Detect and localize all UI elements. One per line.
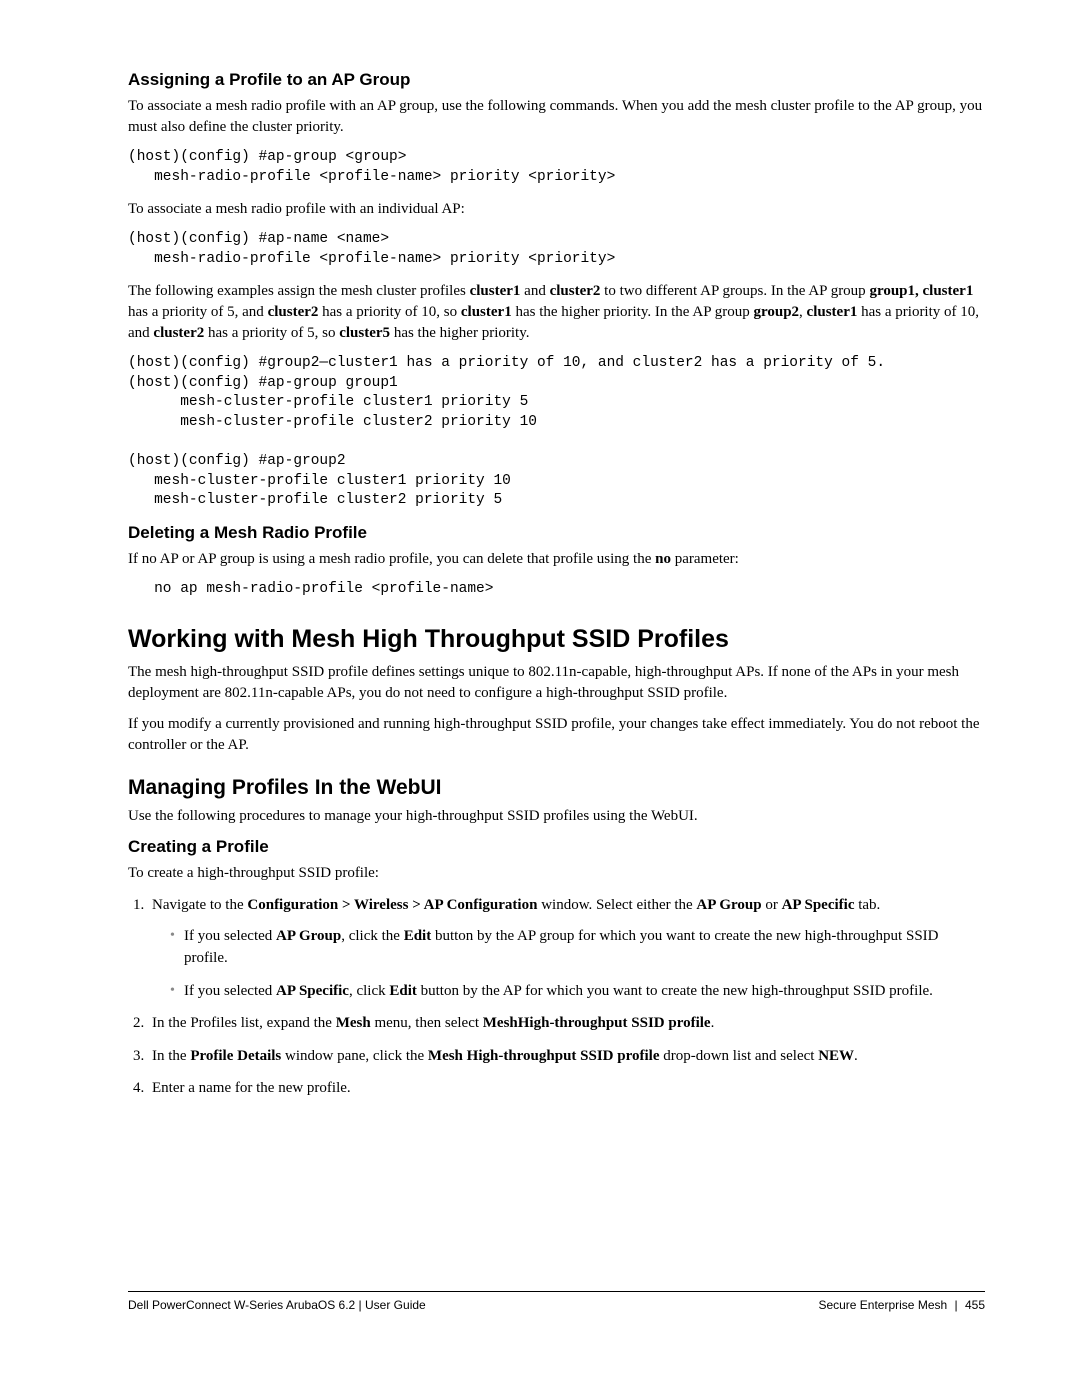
list-item: If you selected AP Specific, click Edit … [170,980,985,1003]
list-item: Navigate to the Configuration > Wireless… [148,894,985,1002]
code-block: (host)(config) #group2—cluster1 has a pr… [128,354,985,511]
paragraph: The mesh high-throughput SSID profile de… [128,662,985,704]
list-item: If you selected AP Group, click the Edit… [170,925,985,970]
page-footer: Dell PowerConnect W-Series ArubaOS 6.2 |… [128,1291,985,1312]
list-item: In the Profiles list, expand the Mesh me… [148,1012,985,1035]
code-block: (host)(config) #ap-group <group> mesh-ra… [128,148,985,187]
paragraph: To associate a mesh radio profile with a… [128,96,985,138]
footer-right: Secure Enterprise Mesh | 455 [818,1298,985,1312]
heading-working-with-mesh: Working with Mesh High Throughput SSID P… [128,625,985,654]
heading-creating-profile: Creating a Profile [128,837,985,857]
footer-left: Dell PowerConnect W-Series ArubaOS 6.2 |… [128,1298,426,1312]
list-item: In the Profile Details window pane, clic… [148,1045,985,1068]
code-block: no ap mesh-radio-profile <profile-name> [128,580,985,600]
paragraph: The following examples assign the mesh c… [128,281,985,344]
paragraph: If you modify a currently provisioned an… [128,714,985,756]
paragraph: If no AP or AP group is using a mesh rad… [128,549,985,570]
paragraph: To create a high-throughput SSID profile… [128,863,985,884]
heading-managing-profiles: Managing Profiles In the WebUI [128,776,985,800]
paragraph: Use the following procedures to manage y… [128,806,985,827]
ordered-list: Navigate to the Configuration > Wireless… [128,894,985,1100]
code-block: (host)(config) #ap-name <name> mesh-radi… [128,230,985,269]
list-item: Enter a name for the new profile. [148,1077,985,1100]
bullet-list: If you selected AP Group, click the Edit… [152,925,985,1003]
heading-deleting-profile: Deleting a Mesh Radio Profile [128,523,985,543]
heading-assigning-profile: Assigning a Profile to an AP Group [128,70,985,90]
paragraph: To associate a mesh radio profile with a… [128,199,985,220]
